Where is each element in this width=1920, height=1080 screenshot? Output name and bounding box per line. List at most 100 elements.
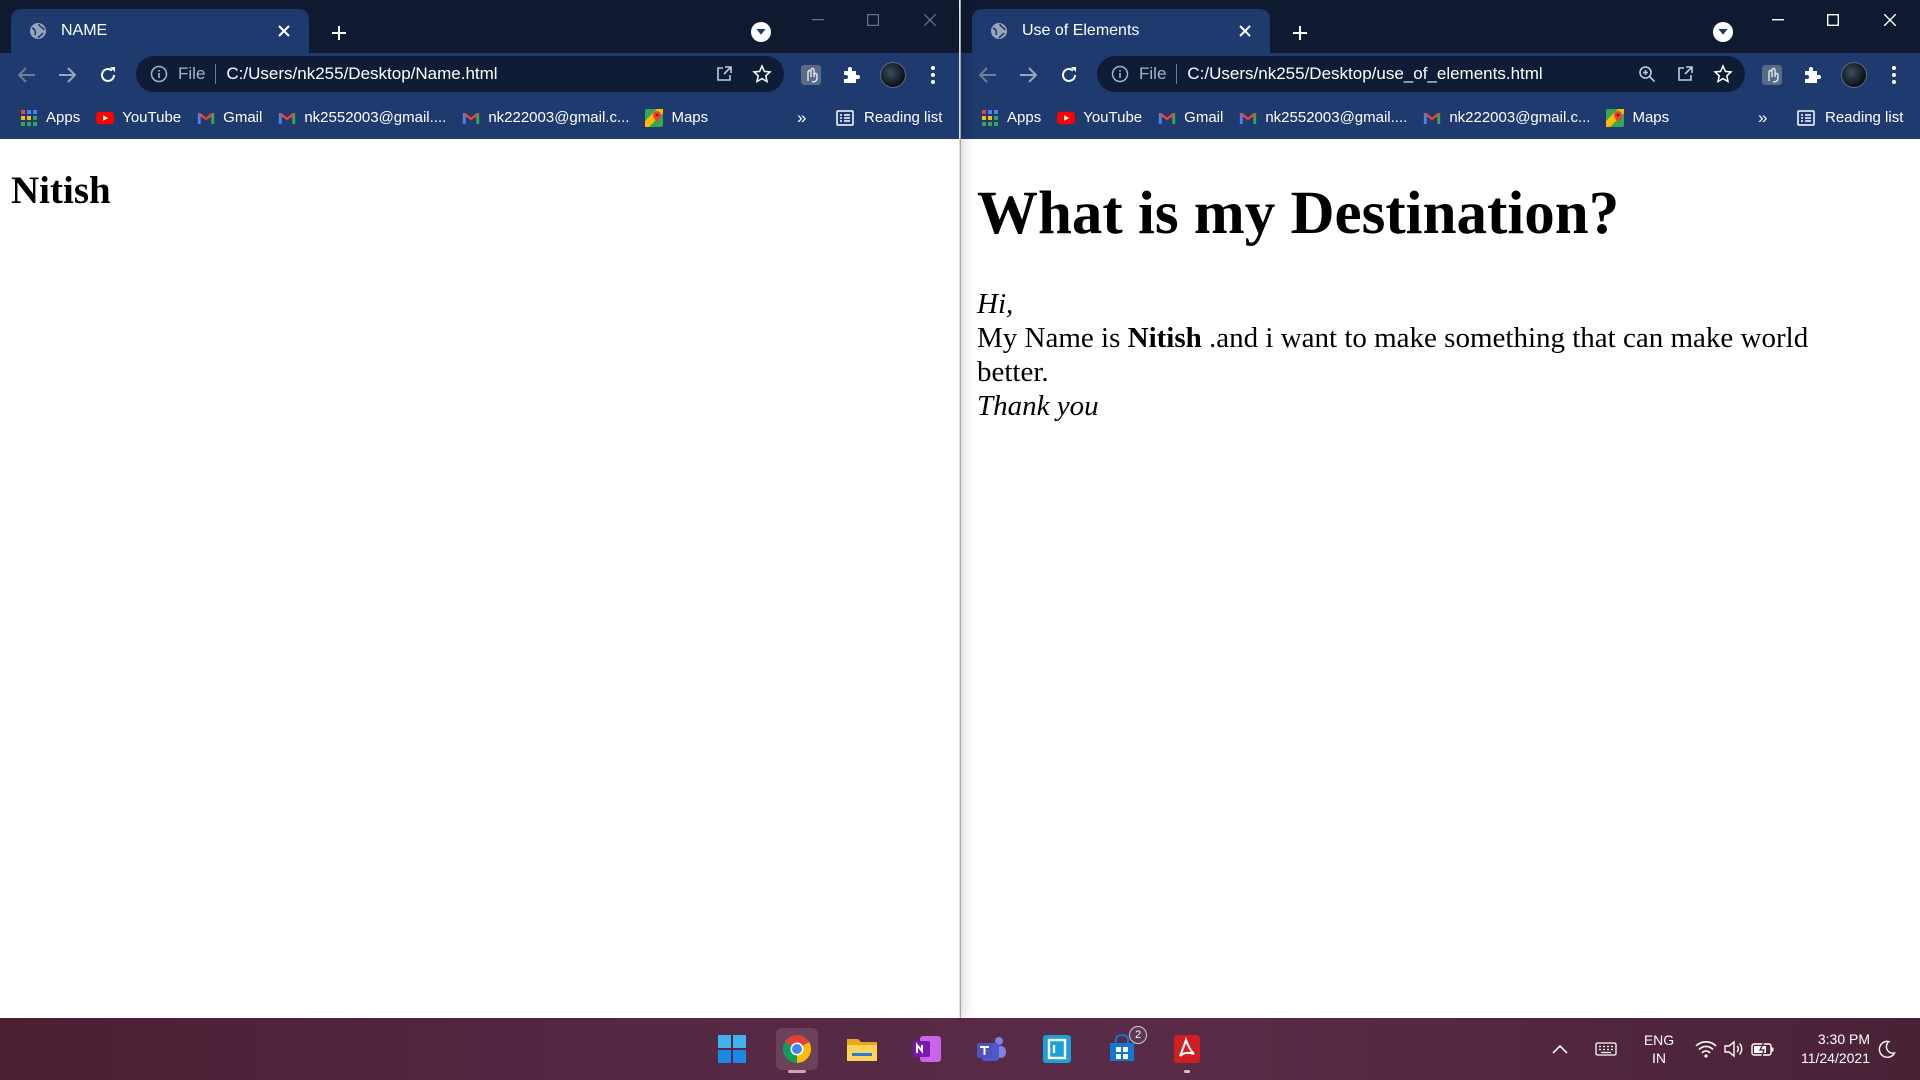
browser-window-left: NAME File C:/Users/nk255/Desktop/Name.ht… [0, 0, 959, 1018]
menu-kebab-icon[interactable] [1881, 62, 1907, 88]
url-text[interactable]: C:/Users/nk255/Desktop/Name.html [226, 64, 698, 84]
gmail-icon [1424, 112, 1441, 124]
new-tab-icon[interactable] [326, 20, 352, 46]
input-language[interactable]: ENG IN [1638, 1018, 1680, 1080]
clock[interactable]: 3:30 PM 11/24/2021 [1782, 1018, 1870, 1080]
share-icon[interactable] [1673, 62, 1697, 86]
bookmark-gmail-account-2[interactable]: nk222003@gmail.c... [462, 109, 629, 127]
profile-avatar[interactable] [1841, 62, 1867, 88]
maximize-icon[interactable] [858, 8, 888, 32]
info-icon[interactable] [150, 65, 168, 83]
reading-list-button[interactable]: Reading list [1797, 96, 1903, 139]
tab-name[interactable]: NAME [11, 9, 309, 53]
profile-avatar[interactable] [880, 62, 906, 88]
maximize-icon[interactable] [1818, 8, 1848, 32]
bookmarks-overflow-icon[interactable]: » [797, 108, 806, 128]
reading-list-button[interactable]: Reading list [836, 96, 942, 139]
zoom-icon[interactable] [1635, 62, 1659, 86]
bookmark-gmail[interactable]: Gmail [197, 109, 262, 127]
focus-assist-button[interactable] [1874, 1018, 1900, 1080]
taskbar-chrome[interactable] [776, 1028, 818, 1073]
reload-icon[interactable] [1056, 62, 1082, 88]
tab-use-of-elements[interactable]: Use of Elements [972, 9, 1270, 53]
url-text[interactable]: C:/Users/nk255/Desktop/use_of_elements.h… [1187, 64, 1621, 84]
bookmark-youtube[interactable]: YouTube [1057, 109, 1142, 127]
reading-list-icon [1797, 109, 1815, 126]
bookmark-star-icon[interactable] [750, 62, 774, 86]
show-hidden-icons[interactable] [1548, 1018, 1572, 1080]
bookmark-apps[interactable]: Apps [981, 109, 1041, 127]
extensions-puzzle-icon[interactable] [1799, 62, 1825, 88]
apps-grid-icon [21, 109, 37, 126]
bookmark-maps[interactable]: Maps [1606, 108, 1669, 127]
tab-strip: Use of Elements [961, 0, 1920, 53]
gmail-icon [198, 112, 215, 124]
address-bar[interactable]: File C:/Users/nk255/Desktop/Name.html [136, 56, 784, 92]
bookmark-label: Gmail [1184, 109, 1224, 126]
volume-icon [1724, 1040, 1743, 1058]
new-tab-icon[interactable] [1287, 20, 1313, 46]
extension-hand-icon[interactable] [1759, 62, 1785, 88]
close-tab-icon[interactable] [273, 20, 295, 42]
bookmark-apps[interactable]: Apps [20, 109, 80, 127]
file-label: File [1139, 64, 1167, 83]
touch-keyboard-button[interactable] [1594, 1018, 1618, 1080]
acrobat-icon [1174, 1035, 1200, 1063]
chevron-up-icon [1552, 1044, 1568, 1054]
start-button[interactable] [711, 1028, 753, 1070]
page-body: Hi, My Name is Nitish .and i want to mak… [977, 287, 1877, 423]
forward-icon[interactable] [1015, 62, 1041, 88]
bookmark-youtube[interactable]: YouTube [96, 109, 181, 127]
taskbar-adobe-acrobat[interactable] [1166, 1028, 1208, 1073]
tab-search-icon[interactable] [751, 22, 771, 42]
close-tab-icon[interactable] [1234, 20, 1256, 42]
globe-icon [30, 23, 46, 39]
back-icon[interactable] [14, 62, 40, 88]
minimize-icon[interactable] [1763, 8, 1793, 32]
reload-icon[interactable] [95, 62, 121, 88]
extension-hand-icon[interactable] [798, 62, 824, 88]
bookmark-maps[interactable]: Maps [645, 108, 708, 127]
running-indicator [788, 1070, 806, 1073]
taskbar-onenote[interactable] [906, 1028, 948, 1070]
taskbar-teams[interactable] [971, 1028, 1013, 1070]
reading-list-label: Reading list [1825, 109, 1904, 126]
page-content: Nitish [0, 139, 959, 1018]
bookmark-gmail-account-1[interactable]: nk2552003@gmail.... [1239, 109, 1407, 127]
bookmark-label: Gmail [223, 109, 263, 126]
bookmark-gmail-account-1[interactable]: nk2552003@gmail.... [278, 109, 446, 127]
page-content: What is my Destination? Hi, My Name is N… [961, 139, 1920, 1018]
address-bar[interactable]: File C:/Users/nk255/Desktop/use_of_eleme… [1097, 56, 1745, 92]
close-window-icon[interactable] [1875, 8, 1905, 32]
running-indicator [1184, 1070, 1190, 1073]
reading-list-label: Reading list [864, 109, 943, 126]
bookmarks-overflow-icon[interactable]: » [1758, 108, 1767, 128]
gmail-icon [1240, 112, 1257, 124]
taskbar-file-explorer[interactable] [841, 1028, 883, 1070]
minimize-icon[interactable] [803, 8, 833, 32]
back-icon[interactable] [975, 62, 1001, 88]
clock-time: 3:30 PM [1817, 1031, 1870, 1047]
taskbar-app-frame[interactable] [1036, 1028, 1078, 1070]
divider [215, 64, 217, 84]
browser-window-right: Use of Elements File C:/Users/nk255/Desk… [960, 0, 1920, 1018]
moon-icon [1878, 1040, 1896, 1058]
apps-grid-icon [982, 109, 998, 126]
close-window-icon[interactable] [915, 8, 945, 32]
share-icon[interactable] [712, 62, 736, 86]
forward-icon[interactable] [54, 62, 80, 88]
taskbar-microsoft-store[interactable]: 2 [1101, 1026, 1147, 1070]
notification-badge: 2 [1129, 1026, 1147, 1044]
menu-kebab-icon[interactable] [920, 62, 946, 88]
extensions-puzzle-icon[interactable] [838, 62, 864, 88]
info-icon[interactable] [1111, 65, 1129, 83]
youtube-icon [96, 111, 115, 124]
bookmark-star-icon[interactable] [1711, 62, 1735, 86]
bookmark-gmail[interactable]: Gmail [1158, 109, 1223, 127]
taskbar: 2 ENG IN 3:30 PM 11/24/2021 [0, 1018, 1920, 1080]
bookmark-gmail-account-2[interactable]: nk222003@gmail.c... [1423, 109, 1590, 127]
quick-settings[interactable] [1692, 1018, 1778, 1080]
page-heading: What is my Destination? [977, 180, 1620, 247]
intro-text: My Name is [977, 322, 1128, 354]
tab-search-icon[interactable] [1713, 22, 1733, 42]
